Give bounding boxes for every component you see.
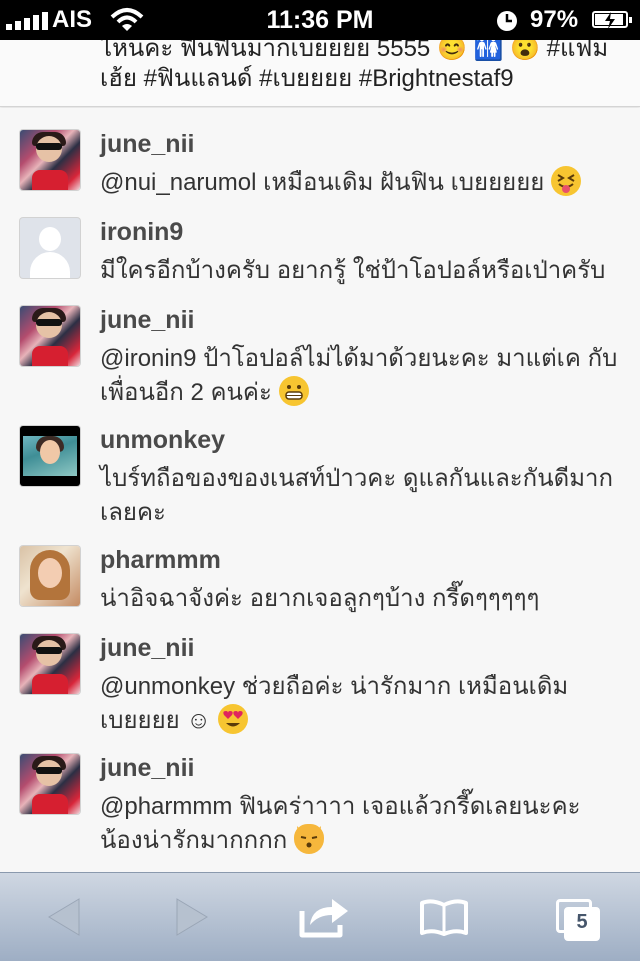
grinning-emoji xyxy=(278,376,309,406)
share-button[interactable] xyxy=(294,891,354,943)
avatar[interactable] xyxy=(20,306,80,366)
avatar[interactable] xyxy=(20,754,80,814)
caption-line-2: เฮ้ย #ฟินแลนด์ #เบยยยย #Brightnestaf9 xyxy=(100,65,514,92)
battery-icon xyxy=(592,11,632,29)
comment-text: @pharmmm ฟินคร่าาาา เจอแล้วกรี๊ดเลยนะคะ … xyxy=(100,793,581,854)
tabs-count: 5 xyxy=(576,911,588,933)
avatar[interactable] xyxy=(20,130,80,190)
comment-username[interactable]: june_nii xyxy=(100,754,194,783)
comment-text: น่าอิจฉาจังค่ะ อยากเจอลูกๆบ้าง กรี๊ดๆๆๆๆ… xyxy=(100,585,540,612)
comment-list[interactable]: june_nii @nui_narumol เหมือนเดิม ฝันฟิน … xyxy=(0,108,640,872)
battery-percentage: 97% xyxy=(530,6,579,33)
forward-button[interactable] xyxy=(162,891,222,943)
back-arrow-icon xyxy=(48,898,80,936)
tabs-button[interactable]: 5 xyxy=(544,891,604,943)
comment-text: @ironin9 ป้าโอปอล์ไม่ได้มาด้วยนะคะ มาแต่… xyxy=(100,345,618,406)
comment-text: @nui_narumol เหมือนเดิม ฝันฟิน เบยยยยย xyxy=(100,166,620,200)
avatar[interactable] xyxy=(20,546,80,606)
clock-icon xyxy=(496,10,518,37)
comment-username[interactable]: june_nii xyxy=(100,130,194,159)
avatar[interactable] xyxy=(20,426,80,486)
comment-username[interactable]: pharmmm xyxy=(100,546,221,575)
forward-arrow-icon xyxy=(176,898,208,936)
back-button[interactable] xyxy=(34,891,94,943)
comment-text: @unmonkey ช่วยถือค่ะ น่ารักมาก เหมือนเดิ… xyxy=(100,673,569,734)
book-icon xyxy=(420,899,468,936)
post-caption: ไหนคะ ฟินฟินมากเบยยยย 5555 😊 🚻 😮 #แฟม เฮ… xyxy=(0,40,640,107)
tabs-icon: 5 xyxy=(550,895,600,941)
comment-text: มีใครอีกบ้างครับ อยากรู้ ใช่ป้าโอปอล์หรื… xyxy=(100,257,606,284)
share-icon xyxy=(299,899,348,938)
avatar[interactable] xyxy=(20,218,80,278)
kissing-cat-emoji xyxy=(293,824,324,854)
bookmarks-button[interactable] xyxy=(414,891,474,943)
heart-eyes-emoji xyxy=(217,704,248,734)
browser-toolbar: 5 xyxy=(0,872,640,961)
comment-username[interactable]: june_nii xyxy=(100,306,194,335)
comment-username[interactable]: ironin9 xyxy=(100,218,183,247)
avatar[interactable] xyxy=(20,634,80,694)
comment-text: ไบร์ทถือของของเนสท์ป่าวคะ ดูแลกันและกันด… xyxy=(100,465,614,526)
comment-username[interactable]: june_nii xyxy=(100,634,194,663)
squinting-tongue-emoji xyxy=(551,166,582,196)
status-bar: AIS 11:36 PM 97% xyxy=(0,0,640,40)
comment-username[interactable]: unmonkey xyxy=(100,426,225,455)
